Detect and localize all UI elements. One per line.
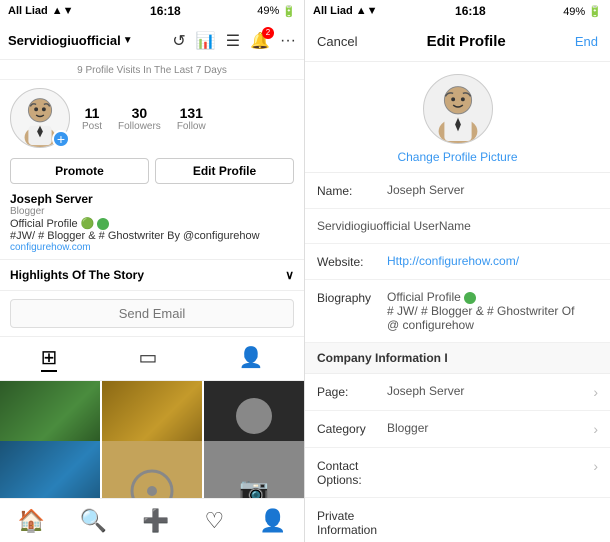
- user-bio: Joseph Server Blogger Official Profile 🟢…: [0, 190, 304, 259]
- category-field[interactable]: Category Blogger ›: [305, 411, 610, 448]
- edit-profile-button[interactable]: Edit Profile: [155, 158, 294, 184]
- following-stat: 131 Follow: [177, 105, 206, 132]
- stats: 11 Post 30 Followers 131 Follow: [82, 105, 206, 132]
- send-email-input[interactable]: [10, 299, 294, 328]
- chevron-right-icon: ›: [593, 421, 598, 437]
- carrier-right: All Liad ▲▼: [313, 5, 378, 17]
- history-icon[interactable]: ↺: [172, 31, 185, 51]
- page-field[interactable]: Page: Joseph Server ›: [305, 374, 610, 411]
- chart-icon[interactable]: 📊: [196, 31, 216, 51]
- heart-nav-icon[interactable]: ♡: [204, 508, 224, 534]
- chevron-right-icon: ›: [593, 384, 598, 400]
- private-info-field[interactable]: Private Information: [305, 498, 610, 542]
- profile-avatar-large[interactable]: [423, 74, 493, 144]
- photo-5[interactable]: [102, 441, 202, 498]
- company-info-section: Company Information I: [305, 343, 610, 374]
- send-email-section: [0, 291, 304, 337]
- add-nav-icon[interactable]: ➕: [142, 508, 169, 534]
- profile-info: + 11 Post 30 Followers 131 Follow: [0, 80, 304, 156]
- user-description: Official Profile 🟢: [10, 217, 294, 230]
- notification-icon[interactable]: 🔔 2: [250, 31, 270, 51]
- status-bar-right: All Liad ▲▼ 16:18 49% 🔋: [305, 0, 610, 22]
- contact-options-field[interactable]: Contact Options: ›: [305, 448, 610, 498]
- highlights-bar[interactable]: Highlights Of The Story ∨: [0, 259, 304, 291]
- battery-left: 49% 🔋: [257, 5, 296, 18]
- user-tags: #JW/ # Blogger & # Ghostwriter By @confi…: [10, 230, 294, 242]
- search-nav-icon[interactable]: 🔍: [80, 508, 107, 534]
- profile-nav-icon[interactable]: 👤: [259, 508, 286, 534]
- profile-pic-section: Change Profile Picture: [305, 62, 610, 173]
- photo-placeholder: 📷: [204, 441, 304, 498]
- add-photo-button[interactable]: +: [52, 130, 70, 148]
- grid-tab[interactable]: ⊞: [41, 345, 58, 372]
- chevron-right-icon: ›: [593, 458, 598, 474]
- battery-right: 49% 🔋: [563, 5, 602, 18]
- tab-icons: ⊞ ▭ 👤: [0, 337, 304, 381]
- username-display: Joseph Server: [10, 192, 294, 206]
- bio-badge: [464, 292, 476, 304]
- chevron-down-icon: ▼: [123, 35, 133, 46]
- carrier-left: All Liad ▲▼: [8, 5, 74, 17]
- promote-button[interactable]: Promote: [10, 158, 149, 184]
- tablet-tab[interactable]: ▭: [138, 345, 157, 372]
- action-buttons: Promote Edit Profile: [0, 156, 304, 190]
- website-field[interactable]: Website: Http://configurehow.com/: [305, 244, 610, 280]
- cancel-button[interactable]: Cancel: [317, 34, 357, 49]
- edit-profile-title: Edit Profile: [427, 33, 506, 50]
- nav-icons-right: ↺ 📊 ☰ 🔔 2 ···: [172, 31, 296, 51]
- more-icon[interactable]: ···: [280, 32, 296, 50]
- bottom-nav: 🏠 🔍 ➕ ♡ 👤: [0, 498, 304, 542]
- left-panel: All Liad ▲▼ 16:18 49% 🔋 Servidiogiuoffic…: [0, 0, 305, 542]
- chevron-down-icon: ∨: [285, 268, 294, 282]
- biography-field[interactable]: Biography Official Profile # JW/ # Blogg…: [305, 280, 610, 343]
- account-name[interactable]: Servidiogiuofficial ▼: [8, 33, 133, 48]
- edit-profile-header: Cancel Edit Profile End: [305, 22, 610, 62]
- list-icon[interactable]: ☰: [226, 31, 240, 51]
- home-nav-icon[interactable]: 🏠: [17, 508, 44, 534]
- time-right: 16:18: [455, 4, 486, 18]
- right-panel: All Liad ▲▼ 16:18 49% 🔋 Cancel Edit Prof…: [305, 0, 610, 542]
- status-bar-left: All Liad ▲▼ 16:18 49% 🔋: [0, 0, 304, 22]
- photo-grid: 📷: [0, 381, 304, 498]
- user-link[interactable]: configurehow.com: [10, 242, 294, 253]
- name-field[interactable]: Name: Joseph Server: [305, 173, 610, 209]
- nav-bar-left: Servidiogiuofficial ▼ ↺ 📊 ☰ 🔔 2 ···: [0, 22, 304, 60]
- form-fields: Name: Joseph Server Servidiogiuofficial …: [305, 173, 610, 542]
- user-role: Blogger: [10, 206, 294, 217]
- time-left: 16:18: [150, 4, 181, 18]
- verified-badge: [97, 218, 109, 230]
- change-profile-picture-button[interactable]: Change Profile Picture: [397, 150, 517, 164]
- followers-stat: 30 Followers: [118, 105, 161, 132]
- username-field[interactable]: Servidiogiuofficial UserName: [305, 209, 610, 244]
- photo-4[interactable]: [0, 441, 100, 498]
- end-button[interactable]: End: [575, 34, 598, 49]
- notification-badge: 2: [262, 27, 274, 39]
- profile-visits: 9 Profile Visits In The Last 7 Days: [0, 60, 304, 80]
- person-tab[interactable]: 👤: [239, 345, 264, 372]
- posts-stat: 11 Post: [82, 105, 102, 132]
- avatar-container: +: [10, 88, 70, 148]
